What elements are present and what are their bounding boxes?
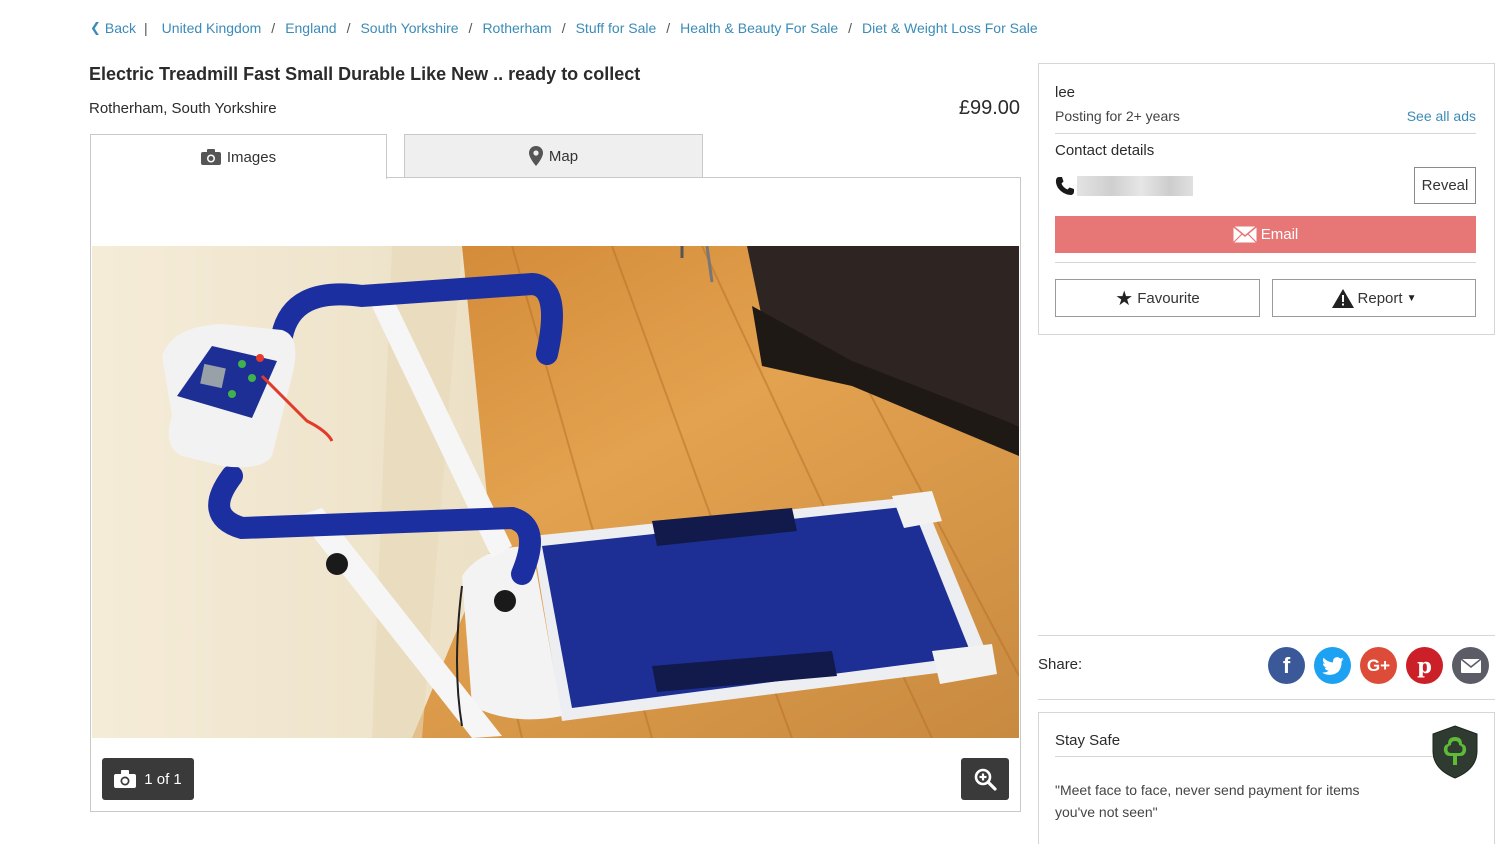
breadcrumb-separator: / <box>666 20 671 36</box>
share-label: Share: <box>1038 656 1083 673</box>
zoom-in-icon <box>974 768 997 791</box>
stay-safe-title: Stay Safe <box>1055 732 1121 749</box>
contact-details-heading: Contact details <box>1055 142 1155 159</box>
share-icons: f G+ p <box>1268 647 1489 684</box>
divider <box>1038 699 1495 700</box>
email-button-label: Email <box>1260 226 1299 243</box>
star-icon: ★ <box>1115 287 1134 310</box>
report-button[interactable]: Report ▼ <box>1272 279 1476 317</box>
breadcrumb-england[interactable]: England <box>285 20 336 36</box>
tab-images[interactable]: Images <box>90 134 387 179</box>
envelope-icon <box>1232 226 1257 243</box>
warning-icon <box>1331 288 1354 308</box>
image-counter-text: 1 of 1 <box>144 770 182 788</box>
favourite-label: Favourite <box>1137 289 1200 307</box>
breadcrumb-divider: | <box>144 20 148 36</box>
chevron-left-icon: ❮ <box>90 20 101 35</box>
reveal-phone-button[interactable]: Reveal <box>1414 167 1476 204</box>
breadcrumb-separator: / <box>848 20 853 36</box>
breadcrumb: ❮ Back | United Kingdom / England / Sout… <box>90 18 1038 38</box>
breadcrumb-south-yorkshire[interactable]: South Yorkshire <box>360 20 458 36</box>
facebook-share-icon[interactable]: f <box>1268 647 1305 684</box>
google-plus-share-icon[interactable]: G+ <box>1360 647 1397 684</box>
seller-card: lee Posting for 2+ years See all ads Con… <box>1038 63 1495 335</box>
email-share-icon[interactable] <box>1452 647 1489 684</box>
pinterest-share-icon[interactable]: p <box>1406 647 1443 684</box>
stay-safe-text: "Meet face to face, never send payment f… <box>1055 782 1360 820</box>
breadcrumb-separator: / <box>271 20 276 36</box>
breadcrumb-rotherham[interactable]: Rotherham <box>482 20 551 36</box>
shield-tree-icon <box>1432 725 1478 779</box>
tab-map[interactable]: Map <box>404 134 703 178</box>
map-pin-icon <box>528 146 543 166</box>
divider <box>1038 635 1495 636</box>
caret-down-icon: ▼ <box>1406 292 1417 304</box>
breadcrumb-separator: / <box>468 20 473 36</box>
twitter-share-icon[interactable] <box>1314 647 1351 684</box>
divider <box>1055 262 1476 263</box>
image-counter-button[interactable]: 1 of 1 <box>102 758 194 800</box>
listing-location: Rotherham, South Yorkshire <box>89 100 277 117</box>
see-all-ads-link[interactable]: See all ads <box>1407 108 1476 124</box>
stay-safe-panel: Stay Safe "Meet face to face, never send… <box>1038 712 1495 844</box>
listing-price: £99.00 <box>958 97 1020 119</box>
seller-name: lee <box>1055 84 1076 101</box>
favourite-button[interactable]: ★ Favourite <box>1055 279 1260 317</box>
report-label: Report <box>1357 289 1403 307</box>
image-gallery: 1 of 1 <box>90 177 1021 812</box>
breadcrumb-stuff-for-sale[interactable]: Stuff for Sale <box>576 20 657 36</box>
tab-images-label: Images <box>226 148 277 166</box>
listing-photo[interactable] <box>92 246 1019 738</box>
divider <box>1055 133 1476 134</box>
breadcrumb-united-kingdom[interactable]: United Kingdom <box>162 20 262 36</box>
breadcrumb-separator: / <box>561 20 566 36</box>
divider <box>1055 756 1434 757</box>
tab-map-label: Map <box>548 147 579 165</box>
phone-icon <box>1055 177 1074 195</box>
treadmill-photo <box>92 246 1019 738</box>
back-link[interactable]: ❮ Back <box>90 20 136 36</box>
camera-icon <box>114 770 137 788</box>
breadcrumb-health-beauty[interactable]: Health & Beauty For Sale <box>680 20 838 36</box>
breadcrumb-separator: / <box>346 20 351 36</box>
back-label: Back <box>104 20 137 36</box>
email-seller-button[interactable]: Email <box>1055 216 1476 253</box>
breadcrumb-diet-weight-loss[interactable]: Diet & Weight Loss For Sale <box>862 20 1038 36</box>
phone-number-masked <box>1077 176 1193 196</box>
camera-icon <box>200 149 221 165</box>
listing-title: Electric Treadmill Fast Small Durable Li… <box>89 64 641 84</box>
seller-posting-since: Posting for 2+ years <box>1055 108 1180 124</box>
zoom-button[interactable] <box>961 758 1009 800</box>
